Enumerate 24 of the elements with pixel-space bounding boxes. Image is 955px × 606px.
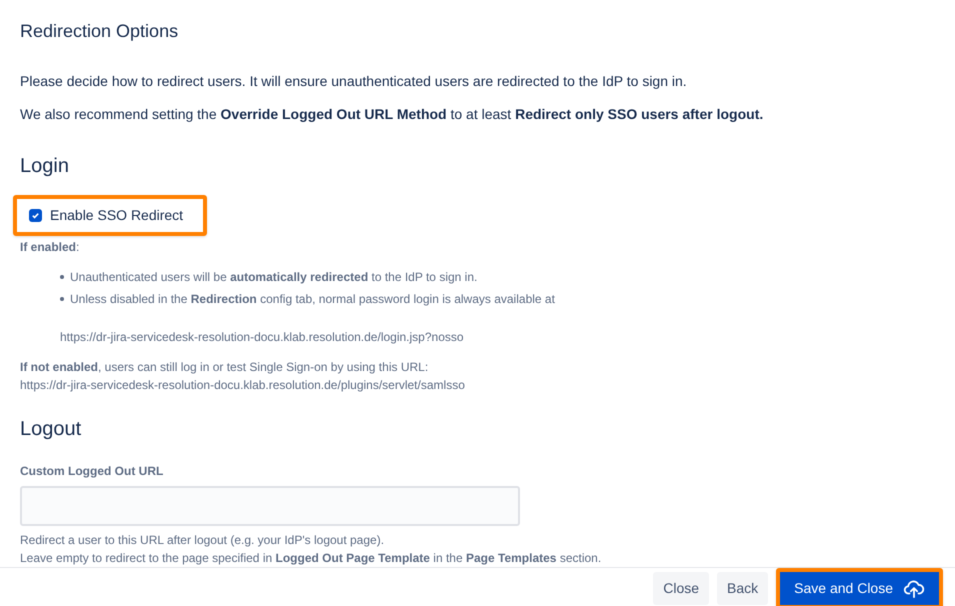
recommendation-text: We also recommend setting the Override Logged Out URL Method to at least Redirect only SSO users after logout.	[20, 105, 764, 124]
login-url: https://dr-jira-servicedesk-resolution-docu.klab.resolution.de/login.jsp?nosso	[59, 329, 465, 346]
bullet-text: Unauthenticated users will be automatically redirected to the IdP to sign in.	[70, 269, 478, 286]
dialog-button[interactable]: Close	[653, 572, 710, 605]
bullet-text: Unless disabled in the Redirection config tab, normal password login is always available at	[70, 291, 555, 308]
dialog-button[interactable]: Back	[717, 572, 768, 605]
if-enabled-label: If enabled:	[20, 239, 80, 256]
intro-text: Please decide how to redirect users. It will ensure unauthenticated users are redirected to the IdP to sign in.	[20, 72, 688, 91]
help-text: Leave empty to redirect to the page specified in Logged Out Page Template in the Page Templates section.	[20, 550, 602, 567]
check-icon	[31, 211, 40, 220]
logged-out-url-field[interactable]	[20, 486, 520, 526]
bullet-icon	[60, 297, 64, 301]
bullet-icon	[60, 275, 64, 279]
dialog-button[interactable]: Save and Close	[776, 568, 943, 606]
page-title: Redirection Options	[20, 20, 180, 43]
help-text: Redirect a user to this URL after logout (e.g. your IdP's logout page).	[20, 532, 386, 549]
checkbox-box[interactable]	[29, 209, 42, 222]
sso-redirect-checkbox[interactable]: Enable SSO Redirect	[13, 195, 207, 236]
section-heading: Login	[20, 154, 70, 179]
sso-url: https://dr-jira-servicedesk-resolution-docu.klab.resolution.de/plugins/servlet/samlsso	[20, 377, 466, 394]
if-not-enabled-text: If not enabled, users can still log in or test Single Sign-on by using this URL:	[20, 359, 430, 376]
cloud-upload-icon	[903, 580, 925, 598]
section-heading: Logout	[20, 417, 82, 442]
field-label: Custom Logged Out URL	[20, 463, 164, 480]
